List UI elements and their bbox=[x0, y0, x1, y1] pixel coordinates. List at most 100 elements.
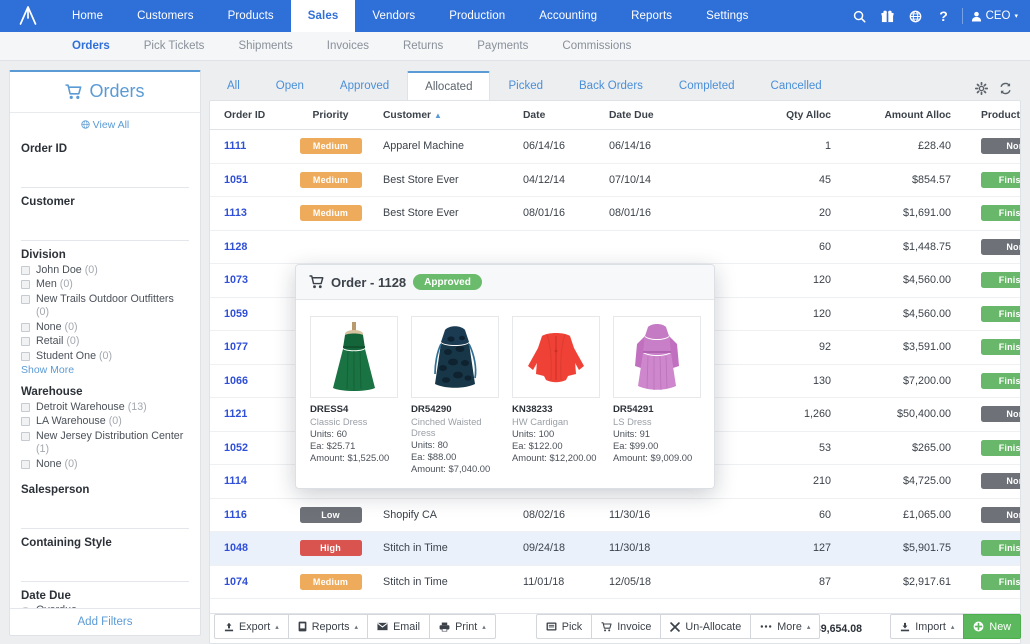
containing-style-input[interactable] bbox=[21, 551, 189, 582]
refresh-icon[interactable] bbox=[999, 82, 1012, 95]
globe-icon[interactable] bbox=[902, 0, 930, 32]
pick-button[interactable]: Pick bbox=[535, 614, 593, 639]
import-button[interactable]: Import ▴ bbox=[890, 614, 965, 639]
order-id-link[interactable]: 1114 bbox=[224, 475, 247, 487]
invoice-button[interactable]: Invoice bbox=[591, 614, 662, 639]
product-card[interactable]: DRESS4 Classic Dress Units: 60 Ea: $25.7… bbox=[310, 316, 398, 474]
col-header-date[interactable]: Date bbox=[523, 101, 609, 130]
subnav-item-payments[interactable]: Payments bbox=[460, 32, 545, 60]
order-id-link[interactable]: 1128 bbox=[224, 241, 247, 253]
division-option[interactable]: New Trails Outdoor Outfitters (0) bbox=[21, 292, 189, 320]
subnav-item-returns[interactable]: Returns bbox=[386, 32, 460, 60]
warehouse-option[interactable]: New Jersey Distribution Center (1) bbox=[21, 429, 189, 457]
table-row[interactable]: 1051 Medium Best Store Ever 04/12/14 07/10/1… bbox=[210, 163, 1020, 197]
customer-input[interactable] bbox=[21, 210, 189, 241]
order-id-link[interactable]: 1073 bbox=[224, 274, 248, 286]
product-card[interactable]: DR54290 Cinched Waisted Dress Units: 80 … bbox=[411, 316, 499, 474]
order-id-link[interactable]: 1052 bbox=[224, 442, 248, 454]
table-row[interactable]: 1116 Low Shopify CA 08/02/16 11/30/16 60 £1,06… bbox=[210, 498, 1020, 532]
checkbox[interactable] bbox=[21, 337, 30, 347]
nav-item-products[interactable]: Products bbox=[211, 0, 291, 32]
col-header-qty-alloc[interactable]: Qty Alloc bbox=[717, 101, 845, 130]
order-id-link[interactable]: 1116 bbox=[224, 509, 247, 521]
order-id-link[interactable]: 1059 bbox=[224, 308, 248, 320]
nav-item-reports[interactable]: Reports bbox=[614, 0, 689, 32]
division-option[interactable]: Men (0) bbox=[21, 278, 189, 293]
tab-cancelled[interactable]: Cancelled bbox=[753, 71, 840, 101]
order-id-link[interactable]: 1121 bbox=[224, 408, 247, 420]
division-option[interactable]: John Doe (0) bbox=[21, 263, 189, 278]
checkbox[interactable] bbox=[21, 417, 30, 427]
checkbox[interactable] bbox=[21, 351, 30, 361]
print-button[interactable]: Print ▴ bbox=[429, 614, 496, 639]
nav-item-customers[interactable]: Customers bbox=[120, 0, 211, 32]
tab-allocated[interactable]: Allocated bbox=[407, 71, 491, 101]
un-allocate-button[interactable]: Un-Allocate bbox=[660, 614, 752, 639]
col-header-customer[interactable]: Customer ▲ bbox=[383, 101, 523, 130]
nav-item-settings[interactable]: Settings bbox=[689, 0, 765, 32]
nav-item-home[interactable]: Home bbox=[55, 0, 120, 32]
export-button[interactable]: Export ▴ bbox=[214, 614, 289, 639]
nav-item-sales[interactable]: Sales bbox=[290, 0, 356, 32]
salesperson-input[interactable] bbox=[21, 498, 189, 529]
user-menu[interactable]: CEO ▾ bbox=[971, 10, 1018, 22]
table-row[interactable]: 1074 Medium Stitch in Time 11/01/18 12/05/18… bbox=[210, 565, 1020, 599]
subnav-item-shipments[interactable]: Shipments bbox=[221, 32, 309, 60]
new-button[interactable]: New bbox=[963, 614, 1021, 639]
tab-open[interactable]: Open bbox=[258, 71, 322, 101]
order-id-link[interactable]: 1051 bbox=[224, 174, 248, 186]
order-id-link[interactable]: 1113 bbox=[224, 207, 247, 219]
tab-completed[interactable]: Completed bbox=[661, 71, 753, 101]
col-header-priority[interactable]: Priority bbox=[278, 101, 383, 130]
checkbox[interactable] bbox=[21, 431, 30, 441]
email-button[interactable]: Email bbox=[367, 614, 431, 639]
checkbox[interactable] bbox=[21, 294, 30, 304]
subnav-item-pick-tickets[interactable]: Pick Tickets bbox=[127, 32, 222, 60]
app-logo[interactable] bbox=[0, 0, 55, 32]
table-row[interactable]: 1111 Medium Apparel Machine 06/14/16 06/14/1… bbox=[210, 129, 1020, 164]
order-id-link[interactable]: 1048 bbox=[224, 542, 248, 554]
division-option[interactable]: None (0) bbox=[21, 320, 189, 335]
gift-icon[interactable] bbox=[874, 0, 902, 32]
col-header-date-due[interactable]: Date Due bbox=[609, 101, 717, 130]
tab-all[interactable]: All bbox=[209, 71, 258, 101]
tab-picked[interactable]: Picked bbox=[490, 71, 561, 101]
col-header-order-id[interactable]: Order ID bbox=[210, 101, 278, 130]
table-row[interactable]: 1128 60$1,448.75 None bbox=[210, 230, 1020, 264]
checkbox[interactable] bbox=[21, 322, 30, 332]
checkbox[interactable] bbox=[21, 280, 30, 290]
subnav-item-orders[interactable]: Orders bbox=[55, 32, 127, 60]
warehouse-option[interactable]: None (0) bbox=[21, 457, 189, 472]
gear-icon[interactable] bbox=[975, 82, 988, 95]
subnav-item-commissions[interactable]: Commissions bbox=[545, 32, 648, 60]
nav-item-vendors[interactable]: Vendors bbox=[355, 0, 432, 32]
product-card[interactable]: KN38233 HW Cardigan Units: 100 Ea: $122.… bbox=[512, 316, 600, 474]
order-id-input[interactable] bbox=[21, 157, 189, 188]
more-button[interactable]: More ▴ bbox=[750, 614, 821, 639]
col-header-amount-alloc[interactable]: Amount Alloc bbox=[845, 101, 973, 130]
search-icon[interactable] bbox=[846, 0, 874, 32]
checkbox[interactable] bbox=[21, 459, 30, 469]
tab-approved[interactable]: Approved bbox=[322, 71, 407, 101]
order-id-link[interactable]: 1074 bbox=[224, 576, 248, 588]
division-option[interactable]: Retail (0) bbox=[21, 335, 189, 350]
warehouse-option[interactable]: LA Warehouse (0) bbox=[21, 415, 189, 430]
division-option[interactable]: Student One (0) bbox=[21, 349, 189, 364]
warehouse-option[interactable]: Detroit Warehouse (13) bbox=[21, 400, 189, 415]
view-all-link[interactable]: View All bbox=[10, 113, 200, 135]
show-more-link[interactable]: Show More bbox=[21, 364, 189, 376]
checkbox[interactable] bbox=[21, 265, 30, 275]
help-icon[interactable]: ? bbox=[930, 0, 958, 32]
order-id-link[interactable]: 1077 bbox=[224, 341, 248, 353]
checkbox[interactable] bbox=[21, 402, 30, 412]
order-id-link[interactable]: 1066 bbox=[224, 375, 248, 387]
order-id-link[interactable]: 1111 bbox=[224, 140, 246, 152]
product-card[interactable]: DR54291 LS Dress Units: 91 Ea: $99.00 Am… bbox=[613, 316, 701, 474]
subnav-item-invoices[interactable]: Invoices bbox=[310, 32, 386, 60]
col-header-production-status[interactable]: Production Status bbox=[973, 101, 1020, 130]
table-row[interactable]: 1048 High Stitch in Time 09/24/18 11/30/18 12… bbox=[210, 531, 1020, 566]
table-row[interactable]: 1113 Medium Best Store Ever 08/01/16 08/01/1… bbox=[210, 196, 1020, 231]
tab-back-orders[interactable]: Back Orders bbox=[561, 71, 661, 101]
nav-item-accounting[interactable]: Accounting bbox=[522, 0, 614, 32]
nav-item-production[interactable]: Production bbox=[432, 0, 522, 32]
